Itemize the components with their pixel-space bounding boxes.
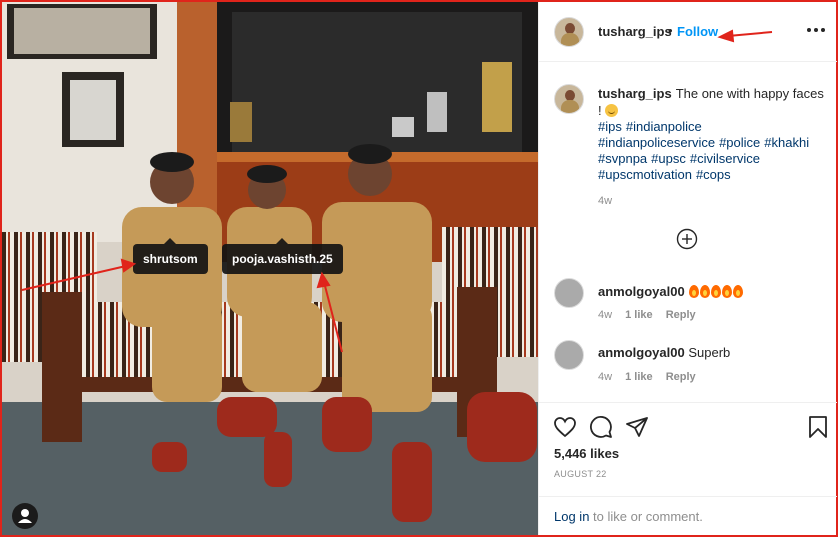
post-photo[interactable]: shrutsom pooja.vashisth.25	[2, 2, 538, 535]
hashtag-link[interactable]: #police	[719, 135, 760, 150]
caption-timestamp: 4w	[598, 195, 613, 207]
comment-text: anmolgoyal00	[598, 283, 744, 299]
avatar[interactable]	[554, 278, 584, 308]
post-actions: 5,446 likes AUGUST 22 Log in to like or …	[539, 402, 837, 535]
hashtag-link[interactable]: #cops	[696, 167, 731, 182]
post-side-panel: tusharg_ips • Follow tusharg_ips The one …	[538, 2, 837, 535]
hashtag-link[interactable]: #indianpoliceservice	[598, 135, 715, 150]
hashtag-link[interactable]: #upsc	[651, 151, 686, 166]
comment-item: anmolgoyal00 Superb 4w 1 like Reply	[554, 340, 829, 390]
caption-username[interactable]: tusharg_ips	[598, 86, 672, 101]
fire-emoji-icon	[688, 284, 744, 299]
login-prompt: Log in to like or comment.	[539, 496, 837, 536]
comment-item: anmolgoyal00 4w 1 like Reply	[554, 278, 829, 328]
comment-icon[interactable]	[589, 415, 613, 439]
heart-icon[interactable]	[553, 415, 577, 439]
add-circle-icon[interactable]	[676, 228, 698, 250]
follow-button[interactable]: Follow	[677, 24, 718, 39]
comment-meta: 4w 1 like Reply	[598, 309, 706, 321]
comment-timestamp: 4w	[598, 371, 613, 383]
bookmark-icon[interactable]	[806, 415, 830, 439]
comment-username[interactable]: anmolgoyal00	[598, 345, 685, 360]
separator-dot: •	[668, 23, 673, 38]
comment-likes[interactable]: 1 like	[625, 371, 653, 383]
user-tag[interactable]: shrutsom	[133, 238, 208, 274]
comment-username[interactable]: anmolgoyal00	[598, 284, 685, 299]
login-prompt-text: to like or comment.	[593, 509, 703, 524]
user-tag[interactable]: pooja.vashisth.25	[222, 238, 343, 274]
comment-meta: 4w 1 like Reply	[598, 371, 706, 383]
reply-button[interactable]: Reply	[666, 309, 696, 321]
hashtag-link[interactable]: #civilservice	[690, 151, 760, 166]
more-options-icon[interactable]	[807, 20, 827, 40]
post-header: tusharg_ips • Follow	[539, 2, 837, 62]
reply-button[interactable]: Reply	[666, 371, 696, 383]
avatar[interactable]	[554, 17, 584, 47]
hashtag-link[interactable]: #khakhi	[764, 135, 809, 150]
comment-body: Superb	[688, 345, 731, 360]
hashtag-link[interactable]: #svpnpa	[598, 151, 647, 166]
avatar[interactable]	[554, 84, 584, 114]
avatar[interactable]	[554, 340, 584, 370]
hashtag-link[interactable]: #upscmotivation	[598, 167, 692, 182]
post-author-username[interactable]: tusharg_ips	[598, 24, 672, 39]
comment-timestamp: 4w	[598, 309, 613, 321]
share-icon[interactable]	[625, 415, 649, 439]
hashtag-list: #ips #indianpolice #indianpoliceservice #p…	[598, 119, 818, 183]
comment-text: anmolgoyal00 Superb	[598, 345, 730, 360]
comment-likes[interactable]: 1 like	[625, 309, 653, 321]
smile-emoji-icon	[605, 104, 619, 117]
login-link[interactable]: Log in	[554, 509, 589, 524]
caption-text: tusharg_ips The one with happy faces !	[598, 86, 828, 119]
post-date: AUGUST 22	[554, 469, 607, 479]
user-tag-icon[interactable]	[12, 503, 38, 529]
likes-count[interactable]: 5,446 likes	[554, 446, 619, 461]
hashtag-link[interactable]: #ips	[598, 119, 622, 134]
hashtag-link[interactable]: #indianpolice	[626, 119, 702, 134]
